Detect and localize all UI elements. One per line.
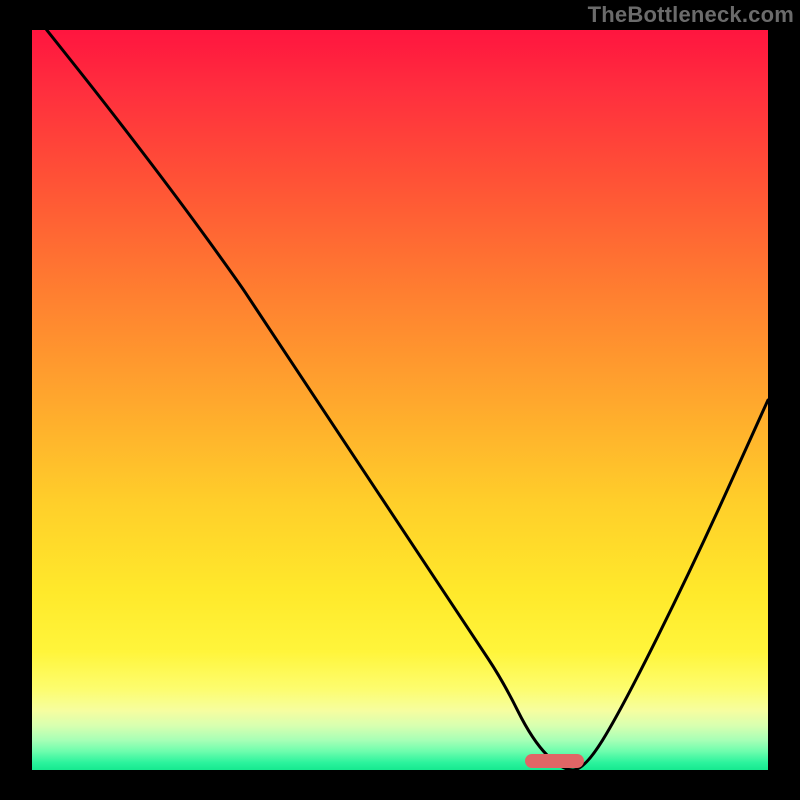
optimal-marker (525, 754, 584, 768)
chart-container: TheBottleneck.com (0, 0, 800, 800)
watermark-text: TheBottleneck.com (588, 2, 794, 28)
curve-svg (32, 30, 768, 770)
bottleneck-curve (47, 30, 768, 770)
plot-area (32, 30, 768, 770)
